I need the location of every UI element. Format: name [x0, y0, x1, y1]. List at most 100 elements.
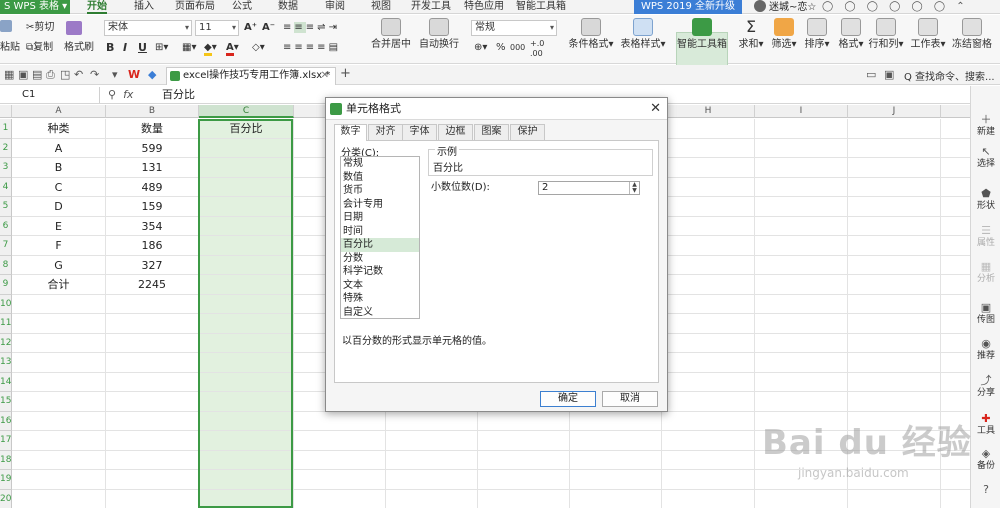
- table-cell[interactable]: [12, 470, 106, 490]
- tab-data[interactable]: 数据: [278, 0, 298, 14]
- table-cell[interactable]: [662, 353, 755, 373]
- panel-item-share[interactable]: ⤴ 分享: [971, 375, 1000, 399]
- table-cell[interactable]: [662, 411, 755, 431]
- table-cell[interactable]: [199, 431, 294, 451]
- table-cell[interactable]: [106, 372, 199, 392]
- table-cell[interactable]: [199, 255, 294, 275]
- table-cell[interactable]: [662, 392, 755, 412]
- table-cell[interactable]: C: [12, 177, 106, 197]
- table-cell[interactable]: [755, 275, 848, 295]
- merge-center-button[interactable]: 合并居中: [368, 18, 414, 51]
- tab-border[interactable]: 边框: [438, 124, 473, 140]
- table-cell[interactable]: [755, 489, 848, 508]
- table-cell[interactable]: [941, 178, 970, 197]
- paste-button[interactable]: [0, 20, 14, 35]
- italic-button[interactable]: I: [123, 41, 127, 55]
- list-item[interactable]: 文本: [341, 279, 419, 293]
- table-cell[interactable]: [941, 275, 970, 295]
- table-cell[interactable]: [662, 275, 755, 295]
- table-cell[interactable]: [570, 431, 662, 451]
- column-header-c[interactable]: C: [199, 105, 294, 118]
- select-all-corner[interactable]: [0, 105, 12, 118]
- table-cell[interactable]: 种类: [12, 119, 106, 139]
- column-header-k[interactable]: K: [941, 105, 970, 118]
- table-cell[interactable]: [570, 470, 662, 490]
- row-header[interactable]: 13: [0, 353, 12, 373]
- table-cell[interactable]: [199, 197, 294, 217]
- table-cell[interactable]: [662, 489, 755, 508]
- table-cell[interactable]: [12, 372, 106, 392]
- table-cell[interactable]: 合计: [12, 275, 106, 295]
- row-header[interactable]: 11: [0, 314, 12, 334]
- table-cell[interactable]: [662, 216, 755, 236]
- row-header[interactable]: 4: [0, 177, 12, 197]
- auto-wrap-button[interactable]: 自动换行: [418, 18, 460, 51]
- table-cell[interactable]: [199, 177, 294, 197]
- table-cell[interactable]: [106, 333, 199, 353]
- tab-features[interactable]: 特色应用: [464, 0, 504, 14]
- close-icon[interactable]: ✕: [321, 68, 329, 84]
- panel-item-recommend[interactable]: ◉ 推荐: [971, 338, 1000, 362]
- table-cell[interactable]: 327: [106, 255, 199, 275]
- list-item[interactable]: 特殊: [341, 292, 419, 306]
- filter-button[interactable]: 筛选▾: [769, 18, 799, 51]
- table-cell[interactable]: [848, 177, 941, 197]
- underline-button[interactable]: U: [138, 41, 147, 55]
- row-header[interactable]: 8: [0, 255, 12, 275]
- sum-button[interactable]: Σ 求和▾: [736, 18, 766, 51]
- panel-item-tools[interactable]: ✚ 工具: [971, 413, 1000, 437]
- panel-item-analysis[interactable]: ▦ 分析: [971, 261, 1000, 285]
- list-item[interactable]: 数值: [341, 171, 419, 185]
- tab-insert[interactable]: 插入: [134, 0, 154, 14]
- table-cell[interactable]: [941, 217, 970, 236]
- table-cell[interactable]: [848, 158, 941, 178]
- table-cell[interactable]: 489: [106, 177, 199, 197]
- spin-arrows-icon[interactable]: ▲ ▼: [629, 182, 639, 194]
- table-cell[interactable]: [662, 138, 755, 158]
- vertical-align-group[interactable]: ≡≡≡⇌⇥: [283, 21, 340, 35]
- list-item[interactable]: 货币: [341, 184, 419, 198]
- bold-button[interactable]: B: [106, 41, 114, 55]
- table-cell[interactable]: [848, 119, 941, 139]
- table-cell[interactable]: [941, 470, 970, 490]
- cancel-button[interactable]: 取消: [602, 391, 658, 407]
- worksheet-button[interactable]: 工作表▾: [908, 18, 948, 51]
- table-cell[interactable]: 百分比: [199, 119, 294, 139]
- app-menu-button[interactable]: S WPS 表格 ▾: [0, 0, 70, 14]
- table-cell[interactable]: [941, 353, 970, 373]
- table-cell[interactable]: [941, 197, 970, 217]
- table-cell[interactable]: [662, 177, 755, 197]
- table-cell[interactable]: [199, 158, 294, 178]
- table-cell[interactable]: [478, 431, 570, 451]
- upgrade-banner[interactable]: WPS 2019 全新升级: [634, 0, 742, 14]
- smart-toolbox-button[interactable]: 智能工具箱: [676, 18, 728, 51]
- table-cell[interactable]: [848, 294, 941, 314]
- table-cell[interactable]: [848, 372, 941, 392]
- row-header[interactable]: 19: [0, 470, 12, 490]
- table-cell[interactable]: [662, 333, 755, 353]
- table-cell[interactable]: [12, 294, 106, 314]
- row-header[interactable]: 16: [0, 411, 12, 431]
- table-cell[interactable]: [199, 450, 294, 470]
- monitor-icon[interactable]: ▭: [866, 68, 876, 81]
- table-cell[interactable]: [662, 255, 755, 275]
- table-cell[interactable]: [12, 333, 106, 353]
- row-header[interactable]: 6: [0, 216, 12, 236]
- list-item[interactable]: 会计专用: [341, 198, 419, 212]
- user-account[interactable]: 迷城~恋☆: [754, 0, 816, 14]
- table-cell[interactable]: [941, 256, 970, 275]
- tab-workbook[interactable]: excel操作技巧专用工作簿.xlsx * ✕: [166, 67, 336, 85]
- panel-item-shape[interactable]: ⬟ 形状: [971, 188, 1000, 212]
- table-cell[interactable]: [941, 139, 970, 158]
- table-cell[interactable]: [199, 392, 294, 412]
- row-header[interactable]: 14: [0, 372, 12, 392]
- table-cell[interactable]: [848, 197, 941, 217]
- table-cell[interactable]: [478, 489, 570, 508]
- window-icons[interactable]: ◯ ◯ ◯ ◯ ◯ ◯ ⌃: [822, 0, 969, 14]
- table-cell[interactable]: [662, 314, 755, 334]
- table-cell[interactable]: 数量: [106, 119, 199, 139]
- table-cell[interactable]: [848, 216, 941, 236]
- ok-button[interactable]: 确定: [540, 391, 596, 407]
- format-painter-label[interactable]: 格式刷: [64, 41, 94, 55]
- table-cell[interactable]: [755, 392, 848, 412]
